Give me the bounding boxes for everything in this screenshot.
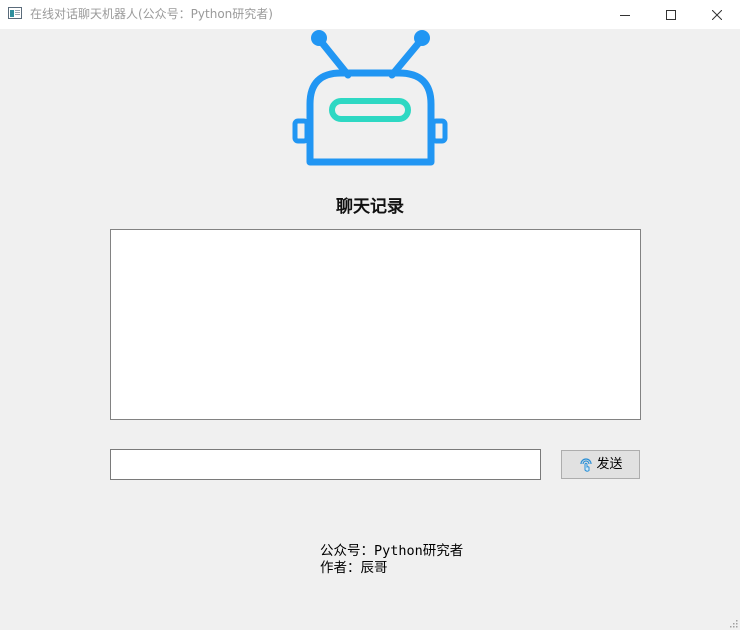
touch-hand-icon <box>580 457 593 472</box>
robot-icon <box>292 30 448 166</box>
app-icon <box>8 7 22 19</box>
resize-grip-icon[interactable] <box>728 618 738 628</box>
minimize-icon <box>620 14 630 16</box>
maximize-icon <box>666 9 676 20</box>
window-title: 在线对话聊天机器人(公众号：Python研究者) <box>30 7 273 21</box>
maximize-button[interactable] <box>648 0 694 29</box>
close-icon <box>712 9 722 20</box>
message-input[interactable] <box>110 449 541 480</box>
title-bar[interactable]: 在线对话聊天机器人(公众号：Python研究者) <box>0 0 740 29</box>
chat-history-box[interactable] <box>110 229 641 420</box>
info-text: 公众号：Python研究者 作者：辰哥 <box>320 543 463 577</box>
minimize-button[interactable] <box>602 0 648 29</box>
author-line: 作者：辰哥 <box>320 560 388 576</box>
app-window: 在线对话聊天机器人(公众号：Python研究者) 聊天记录 发送 公众号：Pyt… <box>0 0 740 630</box>
account-line: 公众号：Python研究者 <box>320 543 464 559</box>
chat-history-label: 聊天记录 <box>336 197 404 217</box>
send-button[interactable]: 发送 <box>561 450 640 479</box>
send-label: 发送 <box>596 456 623 472</box>
close-button[interactable] <box>694 0 740 29</box>
